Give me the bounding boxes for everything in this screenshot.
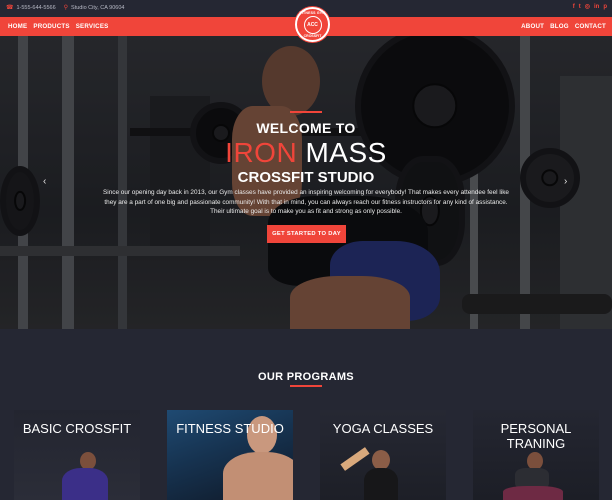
hero-tagline: CROSSFIT STUDIO: [237, 169, 375, 186]
nav-left: HOME PRODUCTS SERVICES: [8, 23, 108, 30]
phone-number[interactable]: 1-555-644-5566: [16, 5, 55, 11]
hero-welcome: WELCOME TO: [256, 120, 356, 136]
location-text: Studio City, CA 90604: [71, 4, 125, 11]
programs-accent-line: [290, 385, 322, 387]
hero-description: Since our opening day back in 2013, our …: [103, 189, 509, 216]
nav-blog[interactable]: BLOG: [550, 23, 569, 30]
program-card-yoga-classes[interactable]: YOGA CLASSES: [320, 410, 446, 500]
phone-icon: ☎: [6, 5, 14, 11]
program-card-basic-crossfit[interactable]: BASIC CROSSFIT: [14, 410, 140, 500]
get-started-button[interactable]: GET STARTED TO DAY: [267, 225, 346, 243]
program-card-fitness-studio[interactable]: FITNESS STUDIO: [167, 410, 293, 500]
hero-accent-line: [290, 111, 322, 113]
brand-mass: MASS: [305, 137, 387, 168]
nav-contact[interactable]: CONTACT: [575, 23, 606, 30]
program-card-title: FITNESS STUDIO: [176, 421, 284, 436]
nav-about[interactable]: ABOUT: [521, 23, 544, 30]
twitter-icon[interactable]: t: [579, 3, 581, 12]
logo-emblem: ACC: [303, 15, 322, 34]
instagram-icon[interactable]: ◎: [585, 3, 590, 12]
logo-bottom-text: CROSSFIT: [303, 34, 322, 38]
logo-top-text: FITNESS GYM: [299, 11, 326, 15]
program-card-personal-training[interactable]: PERSONAL TRANING: [473, 410, 599, 500]
programs-heading: OUR PROGRAMS: [258, 371, 354, 383]
hero-content: WELCOME TO IRON MASS CROSSFIT STUDIO Sin…: [0, 36, 612, 329]
site-logo[interactable]: FITNESS GYM ACC CROSSFIT: [295, 7, 330, 42]
nav-products[interactable]: PRODUCTS: [33, 23, 69, 30]
pinterest-icon[interactable]: p: [603, 3, 607, 12]
linkedin-icon[interactable]: in: [594, 3, 599, 12]
logo-center-text: ACC: [307, 21, 318, 28]
location-pin-icon: ⚲: [63, 5, 69, 11]
nav-services[interactable]: SERVICES: [76, 23, 109, 30]
nav-right: ABOUT BLOG CONTACT: [521, 23, 606, 30]
contact-info: ☎ 1-555-644-5566 ⚲ Studio City, CA 90604: [6, 4, 125, 12]
nav-home[interactable]: HOME: [8, 23, 27, 30]
program-card-title: BASIC CROSSFIT: [22, 421, 132, 436]
social-links: f t ◎ in p: [573, 3, 607, 12]
brand-iron: IRON: [225, 137, 298, 168]
program-card-title: YOGA CLASSES: [332, 421, 434, 436]
hero-brand: IRON MASS: [0, 137, 612, 169]
facebook-icon[interactable]: f: [573, 3, 575, 12]
program-card-title: PERSONAL TRANING: [500, 421, 572, 451]
